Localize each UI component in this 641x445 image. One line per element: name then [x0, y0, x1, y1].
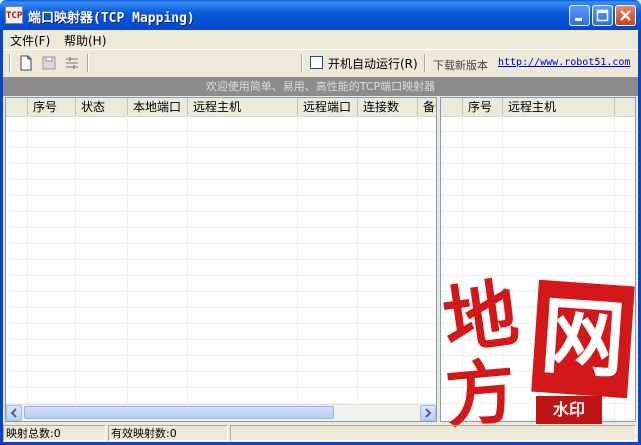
grid-line: [27, 116, 28, 421]
toolbar-separator: [424, 54, 426, 72]
chevron-right-icon: [425, 408, 432, 418]
minimize-button[interactable]: [569, 5, 590, 26]
scroll-left-button[interactable]: [6, 405, 22, 421]
column-header-local-port[interactable]: 本地端口: [128, 98, 188, 116]
column-header-status[interactable]: 状态: [76, 98, 128, 116]
download-link[interactable]: http://www.robot51.com: [498, 57, 630, 68]
column-header-index[interactable]: 序号: [28, 98, 76, 116]
status-bar: 映射总数:0 有效映射数:0: [3, 424, 638, 442]
close-icon: [620, 10, 631, 21]
menu-file[interactable]: 文件(F): [10, 32, 50, 49]
column-header-index[interactable]: 序号: [463, 98, 503, 116]
toolbar-separator: [87, 54, 89, 72]
close-button[interactable]: [615, 5, 636, 26]
grid-line: [297, 116, 298, 421]
mapping-list[interactable]: 序号 状态 本地端口 远程主机 远程端口 连接数 备注: [5, 97, 437, 422]
mapping-list-header: 序号 状态 本地端口 远程主机 远程端口 连接数 备注: [6, 98, 436, 117]
status-total-mappings: 映射总数:0: [3, 425, 106, 441]
autorun-checkbox[interactable]: [310, 56, 323, 69]
column-header-checkbox[interactable]: [441, 98, 463, 116]
horizontal-scrollbar[interactable]: [6, 404, 436, 421]
settings-icon[interactable]: [63, 54, 81, 72]
chevron-left-icon: [10, 408, 17, 418]
download-label: 下载新版本: [433, 59, 488, 72]
minimize-icon: [575, 18, 582, 21]
column-header-notes[interactable]: 备注: [418, 98, 436, 116]
scrollbar-thumb[interactable]: [24, 406, 334, 419]
scroll-right-button[interactable]: [420, 405, 436, 421]
status-empty-panel: [230, 425, 636, 441]
save-icon[interactable]: [40, 54, 58, 72]
grid-line: [75, 116, 76, 421]
maximize-button[interactable]: [592, 5, 613, 26]
column-header-checkbox[interactable]: [6, 98, 28, 116]
watermark-seal: 水印: [536, 396, 602, 424]
mapping-list-body[interactable]: [6, 116, 436, 421]
status-valid-mappings: 有效映射数:0: [108, 425, 228, 441]
app-icon: TCP: [5, 6, 23, 24]
toolbar-separator: [301, 54, 303, 72]
window-title: 端口映射器(TCP Mapping): [28, 11, 195, 26]
column-header-connections[interactable]: 连接数: [358, 98, 418, 116]
autorun-label[interactable]: 开机自动运行(R): [328, 55, 418, 72]
grid-line: [357, 116, 358, 421]
title-bar[interactable]: TCP 端口映射器(TCP Mapping): [0, 0, 641, 30]
column-header-remote-port[interactable]: 远程端口: [298, 98, 358, 116]
grid-line: [127, 116, 128, 421]
column-header-remote-host[interactable]: 远程主机: [503, 98, 615, 116]
menu-help[interactable]: 帮助(H): [64, 32, 106, 49]
new-file-icon[interactable]: [17, 54, 35, 72]
connection-list-header: 序号 远程主机: [441, 98, 635, 117]
maximize-icon: [596, 9, 609, 22]
grid-line: [187, 116, 188, 421]
grid-line: [417, 116, 418, 421]
column-header-remote-host[interactable]: 远程主机: [188, 98, 298, 116]
toolbar-grip: [9, 54, 11, 72]
menu-bar: 文件(F) 帮助(H): [3, 30, 638, 48]
welcome-banner: 欢迎使用简单、易用、高性能的TCP端口映射器: [3, 77, 638, 96]
watermark-char: 网: [531, 279, 635, 399]
toolbar: 开机自动运行(R) 下载新版本 http://www.robot51.com: [3, 49, 638, 76]
